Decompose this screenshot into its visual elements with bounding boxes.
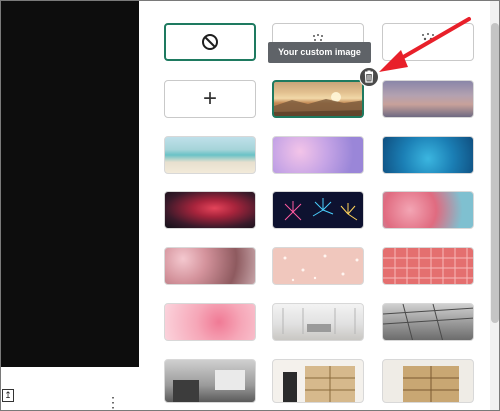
background-pink-blossoms[interactable] [382,191,474,229]
delete-custom-image-button[interactable] [359,67,379,87]
plus-icon: + [202,85,217,112]
background-white-office[interactable] [272,303,364,341]
more-options-icon[interactable]: ⋮ [106,395,120,410]
background-shelves-interior[interactable] [382,359,474,403]
background-grey-atrium[interactable] [382,303,474,341]
add-image-button[interactable]: + [164,80,256,118]
tiles-pattern [383,248,473,284]
trash-icon [364,70,374,83]
background-pink-clouds[interactable] [272,136,364,174]
no-effect-button[interactable] [164,23,256,61]
dots-pattern [283,254,359,282]
blur-strong-icon [383,24,473,60]
background-peach-dots[interactable] [272,247,364,285]
no-background-icon [166,25,254,59]
sunset-scene [274,92,362,116]
background-red-nebula[interactable] [164,191,256,229]
app-window: ↥ ⋮ + [0,0,500,411]
background-flower-field[interactable] [164,247,256,285]
background-blue-water[interactable] [382,136,474,174]
background-fireworks[interactable] [272,191,364,229]
living-room-scene [173,370,245,402]
background-pink-confetti[interactable] [164,303,256,341]
fireworks-scene [284,198,358,221]
background-living-room[interactable] [164,359,256,403]
custom-image-sunset[interactable] [272,80,364,118]
strong-blur-button[interactable] [382,23,474,61]
panel-scrollbar-thumb[interactable] [491,23,499,323]
shelves-scene [403,366,459,402]
upload-icon[interactable]: ↥ [2,389,14,402]
video-preview [1,1,139,367]
custom-image-tooltip: Your custom image [268,42,371,63]
background-bookshelf-room[interactable] [272,359,364,403]
background-dusk-sky[interactable] [382,80,474,118]
background-red-tiles[interactable] [382,247,474,285]
atrium-scene [383,304,473,340]
bookshelf-scene [283,366,355,402]
background-beach[interactable] [164,136,256,174]
office-scene [282,308,356,334]
